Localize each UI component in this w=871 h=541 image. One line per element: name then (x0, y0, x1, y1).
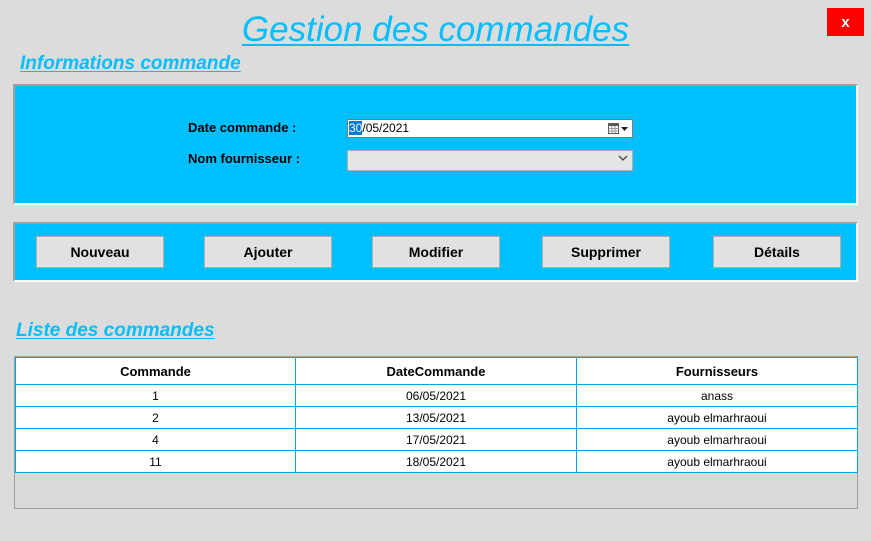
table-header-row: Commande DateCommande Fournisseurs (15, 357, 858, 385)
cell-supplier[interactable]: ayoub elmarhraoui (576, 428, 858, 451)
calendar-button[interactable] (608, 121, 628, 136)
delete-button[interactable]: Supprimer (542, 236, 670, 268)
cell-date[interactable]: 13/05/2021 (295, 406, 577, 429)
calendar-icon (608, 123, 619, 134)
cell-supplier[interactable]: anass (576, 384, 858, 407)
cell-commande[interactable]: 2 (15, 406, 296, 429)
date-label: Date commande : (188, 120, 297, 135)
table-row[interactable]: 11 18/05/2021 ayoub elmarhraoui (15, 450, 858, 473)
new-button[interactable]: Nouveau (36, 236, 164, 268)
chevron-down-icon (618, 155, 628, 161)
details-button[interactable]: Détails (713, 236, 841, 268)
table-row[interactable]: 1 06/05/2021 anass (15, 384, 858, 407)
cell-supplier[interactable]: ayoub elmarhraoui (576, 450, 858, 473)
date-picker[interactable]: 30/05/2021 (347, 119, 633, 138)
cell-date[interactable]: 06/05/2021 (295, 384, 577, 407)
add-button[interactable]: Ajouter (204, 236, 332, 268)
table-row[interactable]: 4 17/05/2021 ayoub elmarhraoui (15, 428, 858, 451)
orders-table: Commande DateCommande Fournisseurs 1 06/… (15, 357, 858, 473)
cell-commande[interactable]: 11 (15, 450, 296, 473)
cell-commande[interactable]: 1 (15, 384, 296, 407)
cell-date[interactable]: 18/05/2021 (295, 450, 577, 473)
info-section-title: Informations commande (20, 53, 241, 74)
edit-button[interactable]: Modifier (372, 236, 500, 268)
cell-commande[interactable]: 4 (15, 428, 296, 451)
date-day-selected: 30 (349, 121, 363, 135)
orders-grid[interactable]: Commande DateCommande Fournisseurs 1 06/… (14, 356, 858, 509)
list-section-title: Liste des commandes (16, 320, 215, 341)
cell-supplier[interactable]: ayoub elmarhraoui (576, 406, 858, 429)
column-header-commande[interactable]: Commande (15, 357, 296, 385)
column-header-fournisseurs[interactable]: Fournisseurs (576, 357, 858, 385)
window-title: Gestion des commandes (241, 10, 630, 49)
info-panel: Date commande : 30/05/2021 Nom fournisse… (13, 84, 858, 205)
dropdown-arrow-icon (621, 126, 628, 131)
cell-date[interactable]: 17/05/2021 (295, 428, 577, 451)
actions-panel: Nouveau Ajouter Modifier Supprimer Détai… (13, 222, 858, 282)
table-row[interactable]: 2 13/05/2021 ayoub elmarhraoui (15, 406, 858, 429)
close-button[interactable]: x (827, 8, 864, 36)
date-rest: /05/2021 (362, 121, 410, 135)
column-header-datecommande[interactable]: DateCommande (295, 357, 577, 385)
supplier-combobox[interactable] (347, 150, 633, 171)
supplier-label: Nom fournisseur : (188, 151, 300, 166)
